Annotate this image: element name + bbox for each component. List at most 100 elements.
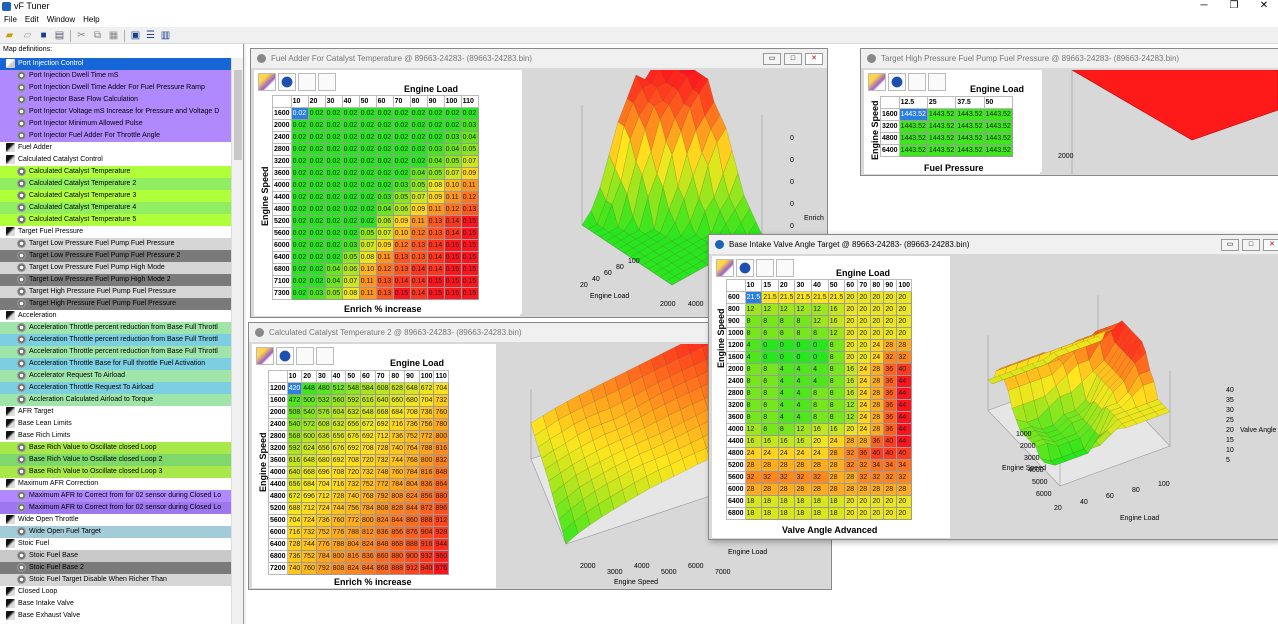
map-cell[interactable]: 716 <box>286 526 303 539</box>
map-cell[interactable]: 816 <box>433 442 450 455</box>
tree-item[interactable]: Port Injector Voltage mS Increase for Pr… <box>0 106 231 118</box>
page-icon[interactable] <box>928 73 946 91</box>
map-cell[interactable]: 740 <box>345 490 362 503</box>
map-cell[interactable]: 788 <box>345 526 362 539</box>
map-cell[interactable]: 4 <box>744 351 763 364</box>
map-cell[interactable]: 420 <box>286 382 303 395</box>
map-cell[interactable]: 760 <box>389 466 406 479</box>
map-cell[interactable]: 28 <box>827 471 846 484</box>
map-cell[interactable]: 28 <box>870 387 885 400</box>
page-icon[interactable] <box>908 73 926 91</box>
tree-item[interactable]: Acceleration Throttle percent reduction … <box>0 346 231 358</box>
map-cell[interactable]: 28 <box>870 375 885 388</box>
page-icon[interactable] <box>298 73 316 91</box>
map-cell[interactable]: 28 <box>857 435 872 448</box>
map-cell[interactable]: 0.02 <box>324 131 343 144</box>
map-cell[interactable]: 0.02 <box>290 251 309 264</box>
map-cell[interactable]: 8 <box>827 375 846 388</box>
map-cell[interactable]: 0 <box>761 351 779 364</box>
map-tree[interactable]: Port Injection Control Port Injection Dwe… <box>0 58 231 624</box>
map-cell[interactable]: 16 <box>794 435 813 448</box>
map-cell[interactable]: 836 <box>374 526 391 539</box>
info-icon[interactable] <box>736 259 754 277</box>
map-cell[interactable]: 20 <box>844 327 859 340</box>
tree-item[interactable]: Calculated Catalyst Temperature 5 <box>0 214 231 226</box>
map-cell[interactable]: 0.02 <box>307 143 326 156</box>
map-cell[interactable]: 744 <box>330 502 347 515</box>
map-cell[interactable]: 24 <box>761 447 779 460</box>
map-cell[interactable]: 0.02 <box>290 119 309 132</box>
map-cell[interactable]: 18 <box>777 507 796 520</box>
map-cell[interactable]: 480 <box>315 382 332 395</box>
map-cell[interactable]: 36 <box>883 411 898 424</box>
map-cell[interactable]: 616 <box>286 454 303 467</box>
map-cell[interactable]: 640 <box>374 394 391 407</box>
map-cell[interactable]: 0.03 <box>426 143 445 156</box>
map-cell[interactable]: 28 <box>883 483 898 496</box>
map-cell[interactable]: 844 <box>360 562 376 575</box>
map-cell[interactable]: 20 <box>844 507 859 520</box>
map-cell[interactable]: 0.02 <box>460 107 479 120</box>
tree-item[interactable]: Acceleration Throttle percent reduction … <box>0 334 231 346</box>
map-cell[interactable]: 728 <box>374 442 391 455</box>
map-cell[interactable]: 1443.52 <box>926 108 957 121</box>
map-cell[interactable]: 656 <box>330 430 347 443</box>
map-cell[interactable]: 20 <box>896 303 913 316</box>
map-cell[interactable]: 36 <box>857 447 872 460</box>
map-cell[interactable]: 12 <box>761 303 779 316</box>
map-cell[interactable]: 16 <box>827 303 846 316</box>
map-cell[interactable]: 648 <box>360 406 376 419</box>
map-cell[interactable]: 0.12 <box>409 227 428 240</box>
map-cell[interactable]: 28 <box>744 483 763 496</box>
map-cell[interactable]: 12 <box>827 327 846 340</box>
map-cell[interactable]: 0.03 <box>375 191 394 204</box>
map-cell[interactable]: 20 <box>896 507 913 520</box>
map-cell[interactable]: 0.15 <box>392 287 411 300</box>
map-cell[interactable]: 0.06 <box>375 215 394 228</box>
map-cell[interactable]: 16 <box>744 435 763 448</box>
tree-category[interactable]: Base Rich Limits <box>0 430 231 442</box>
map-cell[interactable]: 40 <box>896 447 913 460</box>
map-cell[interactable]: 708 <box>330 466 347 479</box>
map-table[interactable]: 10 20 30 40 50 60 70 80 90 100 110 1200 420 448 480 512… <box>268 370 450 575</box>
map-cell[interactable]: 18 <box>794 507 813 520</box>
map-cell[interactable]: 1443.52 <box>898 120 928 133</box>
map-cell[interactable]: 1443.52 <box>898 144 928 157</box>
map-cell[interactable]: 0.02 <box>290 107 309 120</box>
map-cell[interactable]: 1443.52 <box>926 144 957 157</box>
tree-category[interactable]: Closed Loop <box>0 586 231 598</box>
map-cell[interactable]: 0.02 <box>358 167 377 180</box>
map-cell[interactable]: 18 <box>744 507 763 520</box>
surface-plot[interactable]: 2000 <box>1042 70 1278 174</box>
map-cell[interactable]: 24 <box>857 399 872 412</box>
map-cell[interactable]: 0.14 <box>426 239 445 252</box>
menu-file[interactable]: File <box>0 13 21 27</box>
map-cell[interactable]: 0.02 <box>290 287 309 300</box>
wand-icon[interactable] <box>256 347 274 365</box>
map-cell[interactable]: 0.11 <box>375 251 394 264</box>
window-minimize-button[interactable]: ▭ <box>1221 239 1239 251</box>
map-cell[interactable]: 21.5 <box>761 291 779 304</box>
map-cell[interactable]: 34 <box>883 459 898 472</box>
tile-horizontal-icon[interactable]: ☰ <box>145 30 156 41</box>
map-cell[interactable]: 16 <box>827 423 846 436</box>
map-cell[interactable]: 672 <box>286 490 303 503</box>
map-cell[interactable]: 788 <box>418 442 435 455</box>
map-cell[interactable]: 0.02 <box>392 155 411 168</box>
map-cell[interactable]: 576 <box>315 406 332 419</box>
map-cell[interactable]: 0.11 <box>426 203 445 216</box>
map-cell[interactable]: 716 <box>330 478 347 491</box>
map-cell[interactable]: 696 <box>301 490 317 503</box>
map-cell[interactable]: 784 <box>360 502 376 515</box>
map-cell[interactable]: 0 <box>794 351 813 364</box>
map-cell[interactable]: 0.15 <box>460 251 479 264</box>
map-cell[interactable]: 752 <box>301 550 317 563</box>
map-cell[interactable]: 0.02 <box>358 191 377 204</box>
tree-item[interactable]: Acceleration Throttle Request To Airload <box>0 382 231 394</box>
map-cell[interactable]: 868 <box>374 562 391 575</box>
map-cell[interactable]: 20 <box>883 315 898 328</box>
map-cell[interactable]: 0.02 <box>392 131 411 144</box>
map-cell[interactable]: 0.02 <box>290 227 309 240</box>
map-cell[interactable]: 0.02 <box>443 119 462 132</box>
map-cell[interactable]: 12 <box>844 411 859 424</box>
